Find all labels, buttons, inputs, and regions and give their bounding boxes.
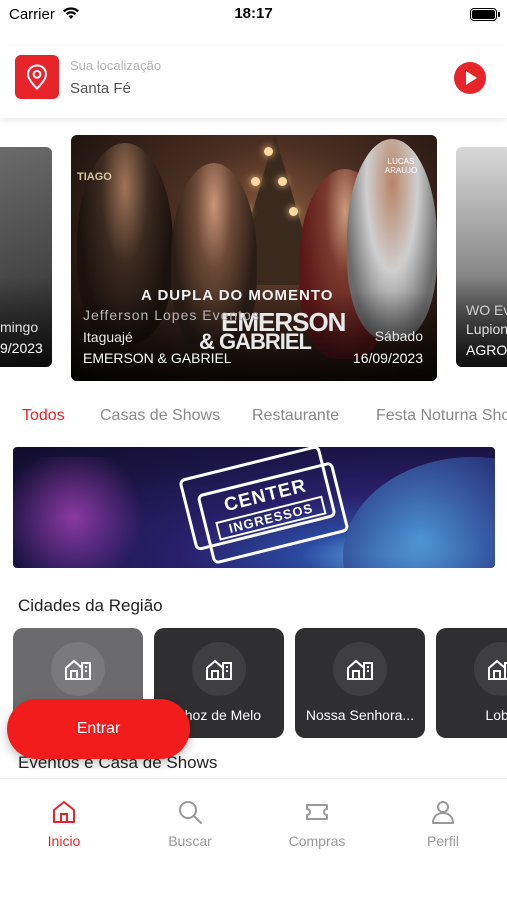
event-name: EMERSON & GABRIEL [83, 350, 232, 366]
promo-banner[interactable]: CENTER INGRESSOS [13, 447, 495, 568]
tab-festa-noturna[interactable]: Festa Noturna Sho [376, 407, 507, 425]
location-header: Sua localização Santa Fé [0, 46, 507, 118]
user-icon [432, 801, 454, 824]
nav-label: Perfil [427, 833, 459, 849]
city-name: Nossa Senhora... [305, 707, 415, 723]
poster-headline: A DUPLA DO MOMENTO [141, 287, 334, 304]
building-icon [474, 642, 507, 696]
location-pin-icon[interactable] [15, 55, 59, 99]
entrar-button[interactable]: Entrar [7, 699, 190, 759]
play-icon [466, 71, 477, 85]
tab-todos[interactable]: Todos [22, 407, 65, 425]
event-card-featured[interactable]: TIAGO LUCAS ARAUJO A DUPLA DO MOMENTO EM… [71, 135, 437, 381]
nav-buscar[interactable]: Buscar [145, 799, 235, 849]
tab-casas-de-shows[interactable]: Casas de Shows [100, 407, 220, 425]
event-date: 16/09/2023 [352, 350, 423, 366]
events-carousel[interactable]: mingo 9/2023 TIAGO LUCAS ARAUJO A DUPLA … [0, 135, 507, 381]
nav-label: Inicio [47, 833, 81, 849]
event-card-next[interactable]: WO Ev Lupion AGRON [456, 147, 507, 367]
event-card-next-organizer: WO Ev [466, 302, 507, 318]
city-card[interactable]: Loba [436, 628, 507, 738]
bottom-navigation: Inicio Buscar Compras Perfil [0, 778, 507, 900]
clock: 18:17 [234, 5, 273, 22]
event-card-previous[interactable]: mingo 9/2023 [0, 147, 52, 367]
city-card[interactable]: Nossa Senhora... [295, 628, 425, 738]
nav-inicio[interactable]: Inicio [19, 799, 109, 849]
home-icon [53, 801, 75, 823]
location-label: Sua localização [70, 58, 162, 73]
nav-label: Buscar [168, 833, 212, 849]
battery-icon [470, 8, 500, 21]
city-name: Loba [485, 707, 507, 723]
status-bar: Carrier 18:17 [0, 0, 507, 30]
cities-section-title: Cidades da Região [18, 596, 163, 615]
nav-perfil[interactable]: Perfil [398, 799, 488, 849]
nav-label: Compras [288, 833, 346, 849]
planet-graphic [343, 457, 495, 568]
location-city[interactable]: Santa Fé [70, 80, 131, 97]
category-tabs: Todos Casas de Shows Restaurante Festa N… [0, 400, 507, 434]
event-card-next-name: AGRON [466, 342, 507, 358]
ticket-icon [306, 804, 328, 820]
poster-tag: LUCAS ARAUJO [384, 157, 418, 175]
play-video-button[interactable] [454, 62, 486, 94]
event-card-next-city: Lupion [466, 321, 507, 337]
building-icon [192, 642, 246, 696]
poster-brand: TIAGO [77, 171, 112, 183]
tab-restaurante[interactable]: Restaurante [252, 407, 339, 425]
building-icon [51, 642, 105, 696]
nav-compras[interactable]: Compras [272, 799, 362, 849]
event-weekday: Sábado [374, 328, 423, 344]
search-icon [179, 801, 202, 824]
event-city: Itaguajé [83, 329, 133, 345]
event-card-previous-date: 9/2023 [0, 340, 43, 356]
building-icon [333, 642, 387, 696]
event-organizer: Jefferson Lopes Eventos [83, 307, 260, 323]
event-card-previous-day: mingo [0, 319, 39, 335]
